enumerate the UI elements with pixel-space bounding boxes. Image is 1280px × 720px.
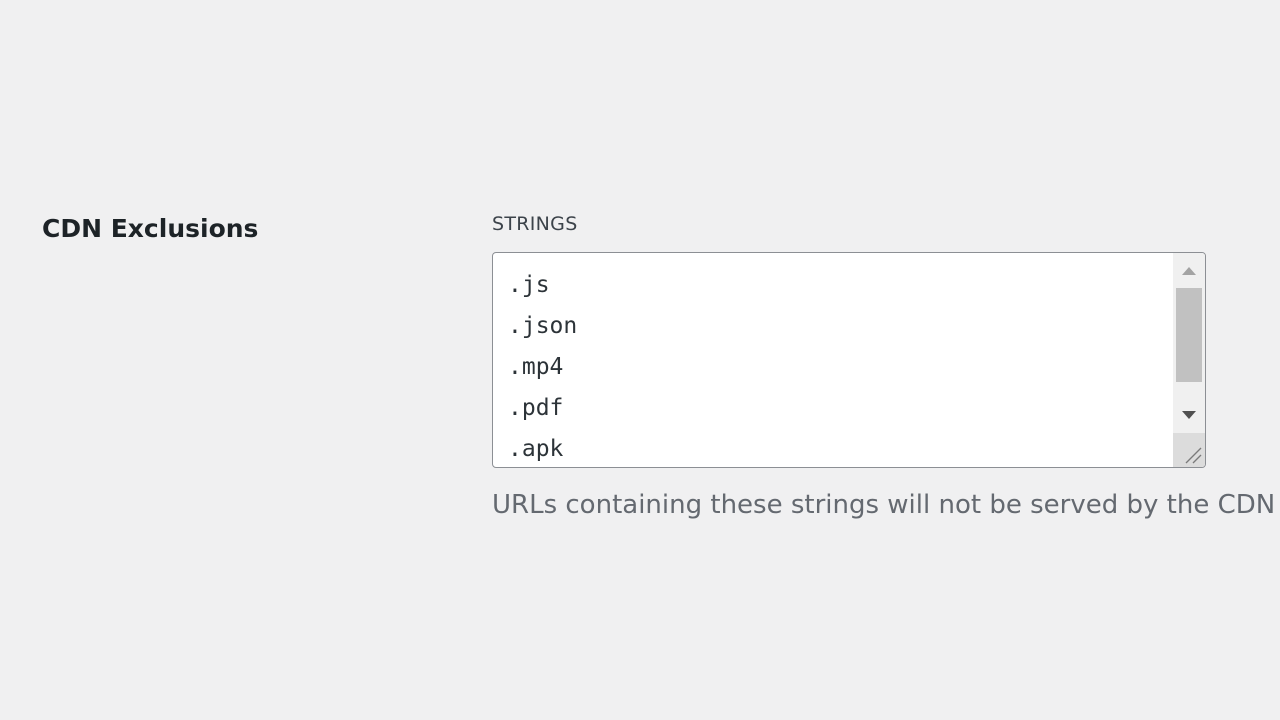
textarea-line: .apk — [508, 436, 564, 462]
triangle-up-icon — [1182, 267, 1196, 275]
textarea-content[interactable]: .js .json .mp4 .pdf .apk — [508, 265, 578, 467]
textarea-line: .js — [508, 272, 550, 298]
strings-field-label: STRINGS — [492, 213, 578, 235]
scroll-up-button[interactable] — [1173, 255, 1205, 287]
cdn-exclusions-setting-row: CDN Exclusions STRINGS .js .json .mp4 .p… — [0, 0, 1280, 720]
help-text: URLs containing these strings will not b… — [492, 490, 1276, 520]
strings-textarea[interactable]: .js .json .mp4 .pdf .apk — [492, 252, 1206, 468]
textarea-line: .mp4 — [508, 354, 564, 380]
triangle-down-icon — [1182, 411, 1196, 419]
resize-handle[interactable] — [1173, 433, 1205, 467]
textarea-line: .pdf — [508, 395, 564, 421]
scroll-down-button[interactable] — [1173, 399, 1205, 431]
scrollbar-thumb[interactable] — [1176, 288, 1202, 382]
setting-title: CDN Exclusions — [42, 214, 259, 243]
resize-grip-icon — [1185, 447, 1202, 464]
textarea-line: .json — [508, 313, 578, 339]
